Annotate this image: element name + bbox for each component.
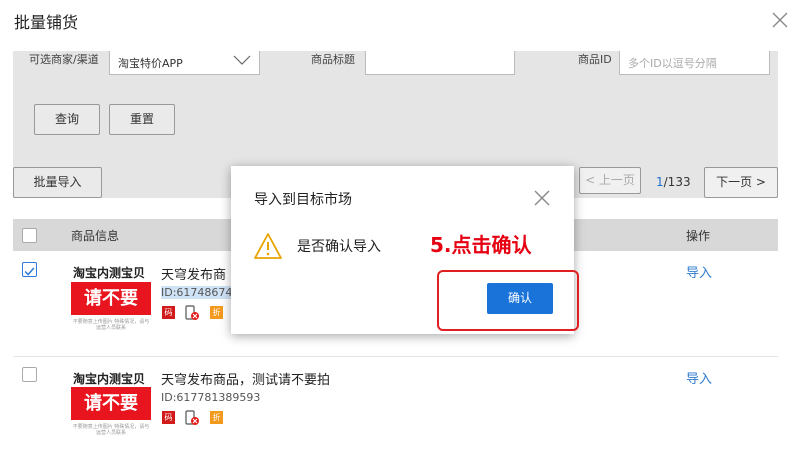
table-row: 淘宝内测宝贝 请不要拍! 不要随意上传图片 特殊情况，请与运营人员联系 天穹发布… [13, 357, 778, 451]
product-id: ID:617781389593 [161, 391, 261, 404]
row-checkbox[interactable] [22, 262, 37, 277]
title-input[interactable] [365, 51, 515, 75]
dialog-title: 批量铺货 [14, 13, 79, 32]
thumbnail-caption: 不要随意上传图片 特殊情况，请与运营人员联系 [72, 424, 150, 436]
row-checkbox[interactable] [22, 367, 37, 382]
product-id: ID:61748674 [161, 286, 233, 299]
current-page: 1 [656, 175, 664, 189]
id-input[interactable]: 多个ID以逗号分隔 [619, 51, 770, 75]
import-link[interactable]: 导入 [686, 368, 712, 387]
mobile-disabled-icon [185, 305, 199, 320]
reset-button[interactable]: 重置 [109, 104, 175, 135]
discount-tag-icon: 折 [210, 411, 223, 424]
shop-name: 淘宝内测宝贝 [73, 266, 146, 280]
product-title: 天穹发布商 [161, 268, 227, 283]
step-annotation: 5.点击确认 [430, 233, 532, 257]
import-confirm-modal: 导入到目标市场 是否确认导入 5.点击确认 确认 [231, 166, 579, 334]
warning-icon [254, 233, 282, 259]
product-thumbnail: 请不要拍! [71, 387, 151, 447]
product-thumbnail: 请不要拍! [71, 282, 151, 342]
channel-label: 可选商家/渠道 [29, 53, 99, 66]
query-button[interactable]: 查询 [34, 104, 100, 135]
discount-tag-icon: 折 [210, 306, 223, 319]
product-info-header: 商品信息 [71, 229, 120, 243]
import-link[interactable]: 导入 [686, 262, 712, 281]
select-all-checkbox[interactable] [22, 228, 37, 243]
page-indicator: 1/133 [656, 175, 691, 189]
prev-page-button[interactable]: < 上一页 [579, 167, 641, 194]
product-title: 天穹发布商品，测试请不要拍 [161, 373, 331, 388]
confirm-button[interactable]: 确认 [487, 283, 553, 314]
code-tag-icon: 码 [162, 411, 175, 424]
next-page-button[interactable]: 下一页 > [704, 167, 778, 198]
channel-select[interactable]: 淘宝特价APP [109, 51, 260, 75]
title-label: 商品标题 [311, 53, 355, 66]
close-icon[interactable] [770, 10, 790, 30]
modal-message: 是否确认导入 [297, 239, 381, 255]
mobile-disabled-icon [185, 410, 199, 425]
id-label: 商品ID [578, 53, 612, 66]
channel-select-value: 淘宝特价APP [118, 57, 183, 70]
batch-import-button[interactable]: 批量导入 [13, 167, 102, 198]
code-tag-icon: 码 [162, 306, 175, 319]
operation-header: 操作 [686, 229, 711, 243]
close-icon[interactable] [532, 188, 552, 208]
total-pages: /133 [663, 175, 691, 189]
id-input-placeholder: 多个ID以逗号分隔 [628, 57, 717, 70]
chevron-down-icon [233, 55, 251, 65]
thumbnail-caption: 不要随意上传图片 特殊情况，请与运营人员联系 [72, 319, 150, 331]
shop-name: 淘宝内测宝贝 [73, 372, 146, 386]
modal-title: 导入到目标市场 [254, 192, 352, 208]
check-icon [24, 267, 35, 276]
